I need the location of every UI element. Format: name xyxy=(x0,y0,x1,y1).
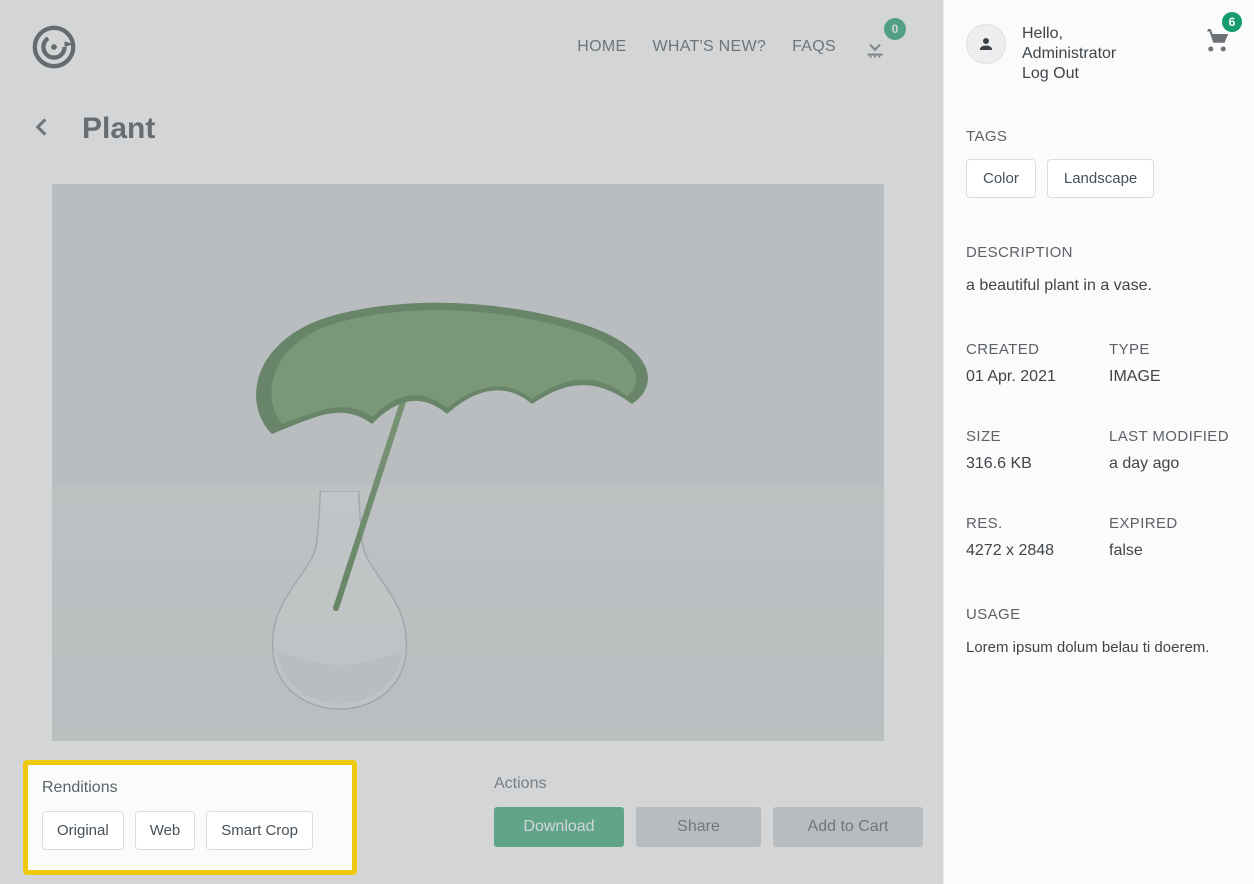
main-content: HOME WHAT'S NEW? FAQS 0 Plant xyxy=(0,0,943,884)
meta-expired-label: EXPIRED xyxy=(1109,515,1232,532)
meta-size-label: SIZE xyxy=(966,428,1089,445)
user-text: Hello, Administrator Log Out xyxy=(1022,24,1186,84)
add-to-cart-button[interactable]: Add to Cart xyxy=(773,807,923,847)
nav-home[interactable]: HOME xyxy=(577,38,626,56)
actions-heading: Actions xyxy=(494,775,923,793)
meta-created: CREATED 01 Apr. 2021 xyxy=(966,341,1089,386)
downloads-button[interactable]: 0 xyxy=(862,34,888,60)
asset-preview-area xyxy=(0,164,943,811)
meta-last-modified: LAST MODIFIED a day ago xyxy=(1109,428,1232,473)
rendition-original[interactable]: Original xyxy=(42,811,124,850)
user-icon xyxy=(977,35,995,53)
meta-resolution: RES. 4272 x 2848 xyxy=(966,515,1089,560)
details-sidebar: Hello, Administrator Log Out 6 TAGS Colo… xyxy=(943,0,1254,884)
meta-type-label: TYPE xyxy=(1109,341,1232,358)
renditions-heading: Renditions xyxy=(42,779,338,797)
top-nav: HOME WHAT'S NEW? FAQS 0 xyxy=(577,0,888,94)
cart-badge: 6 xyxy=(1222,12,1242,32)
share-button[interactable]: Share xyxy=(636,807,761,847)
meta-created-label: CREATED xyxy=(966,341,1089,358)
meta-expired: EXPIRED false xyxy=(1109,515,1232,560)
tag-landscape[interactable]: Landscape xyxy=(1047,159,1154,198)
actions-section: Actions Download Share Add to Cart xyxy=(494,775,923,847)
metadata-grid: CREATED 01 Apr. 2021 TYPE IMAGE SIZE 316… xyxy=(966,341,1232,560)
rendition-web[interactable]: Web xyxy=(135,811,196,850)
usage-text: Lorem ipsum dolum belau ti doerem. xyxy=(966,637,1232,659)
meta-created-value: 01 Apr. 2021 xyxy=(966,368,1089,386)
rendition-smart-crop[interactable]: Smart Crop xyxy=(206,811,313,850)
user-name: Administrator xyxy=(1022,44,1186,64)
meta-size: SIZE 316.6 KB xyxy=(966,428,1089,473)
renditions-panel: Renditions Original Web Smart Crop xyxy=(23,760,357,875)
title-bar: Plant xyxy=(0,94,943,164)
tags-heading: TAGS xyxy=(966,128,1232,145)
meta-type-value: IMAGE xyxy=(1109,368,1232,386)
meta-size-value: 316.6 KB xyxy=(966,455,1089,473)
description-text: a beautiful plant in a vase. xyxy=(966,275,1232,297)
meta-expired-value: false xyxy=(1109,542,1232,560)
user-row: Hello, Administrator Log Out 6 xyxy=(966,24,1232,84)
usage-heading: USAGE xyxy=(966,606,1232,623)
chevron-left-icon xyxy=(28,114,54,140)
back-button[interactable] xyxy=(28,114,54,145)
leaf-illustration xyxy=(232,284,662,474)
avatar[interactable] xyxy=(966,24,1006,64)
asset-image[interactable] xyxy=(52,184,884,741)
tag-color[interactable]: Color xyxy=(966,159,1036,198)
topbar: HOME WHAT'S NEW? FAQS 0 xyxy=(0,0,943,94)
download-icon xyxy=(862,34,888,60)
meta-last-modified-value: a day ago xyxy=(1109,455,1232,473)
cart-button[interactable]: 6 xyxy=(1202,24,1232,59)
downloads-badge: 0 xyxy=(884,18,906,40)
brand-logo-icon[interactable] xyxy=(30,23,78,71)
meta-resolution-label: RES. xyxy=(966,515,1089,532)
download-button[interactable]: Download xyxy=(494,807,624,847)
nav-faqs[interactable]: FAQS xyxy=(792,38,836,56)
description-heading: DESCRIPTION xyxy=(966,244,1232,261)
logout-link[interactable]: Log Out xyxy=(1022,64,1186,84)
user-greeting: Hello, xyxy=(1022,24,1186,44)
usage-section: USAGE Lorem ipsum dolum belau ti doerem. xyxy=(966,606,1232,659)
meta-resolution-value: 4272 x 2848 xyxy=(966,542,1089,560)
tags-row: Color Landscape xyxy=(966,159,1232,198)
meta-last-modified-label: LAST MODIFIED xyxy=(1109,428,1232,445)
nav-whats-new[interactable]: WHAT'S NEW? xyxy=(652,38,766,56)
page-title: Plant xyxy=(82,112,155,146)
meta-type: TYPE IMAGE xyxy=(1109,341,1232,386)
